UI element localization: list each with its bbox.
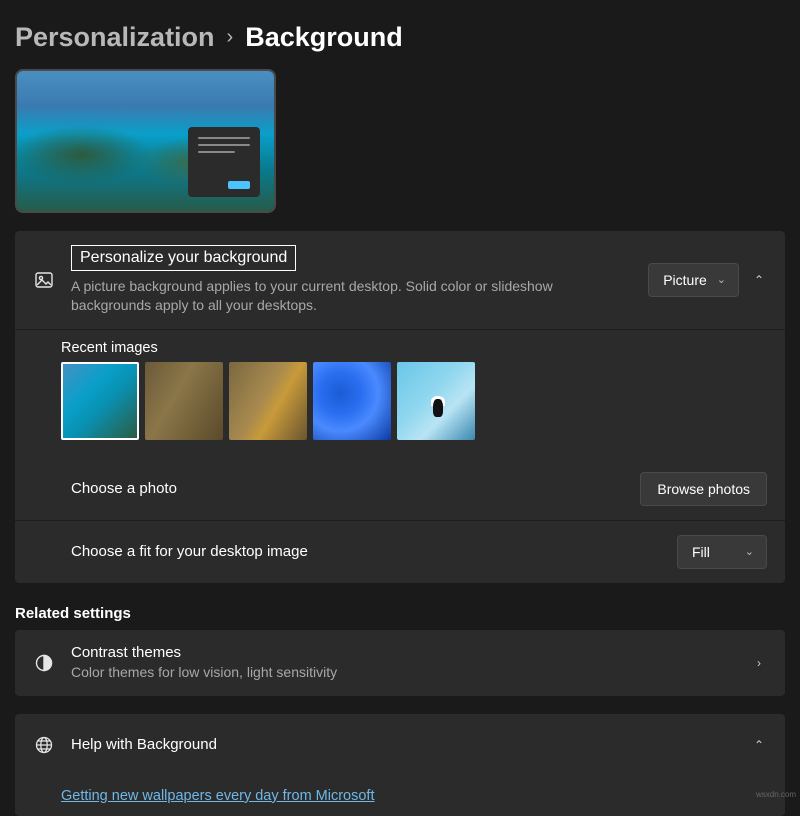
- breadcrumb: Personalization › Background: [15, 0, 785, 69]
- highlighted-title: Personalize your background: [71, 245, 296, 271]
- preview-flyout: [188, 127, 260, 197]
- personalize-row[interactable]: Personalize your background A picture ba…: [15, 231, 785, 329]
- choose-fit-label: Choose a fit for your desktop image: [71, 543, 661, 560]
- watermark: wsxdn.com: [756, 790, 796, 799]
- collapse-toggle[interactable]: ⌃: [751, 273, 767, 287]
- chevron-down-icon: ⌄: [745, 545, 754, 558]
- recent-images-strip: [15, 362, 785, 458]
- personalize-desc: A picture background applies to your cur…: [71, 277, 632, 315]
- dropdown-value: Picture: [663, 272, 707, 288]
- collapse-toggle[interactable]: ⌃: [751, 738, 767, 752]
- choose-photo-row: Choose a photo Browse photos: [15, 458, 785, 520]
- contrast-title: Contrast themes: [71, 644, 735, 661]
- personalize-title: Personalize your background: [80, 249, 287, 267]
- help-card: Help with Background ⌃ Getting new wallp…: [15, 714, 785, 816]
- picture-icon: [33, 270, 55, 290]
- browse-photos-button[interactable]: Browse photos: [640, 472, 767, 506]
- related-settings-heading: Related settings: [15, 605, 785, 622]
- fit-dropdown[interactable]: Fill ⌄: [677, 535, 767, 569]
- dropdown-value: Fill: [692, 544, 710, 560]
- preview-line: [198, 137, 250, 139]
- breadcrumb-parent[interactable]: Personalization: [15, 22, 215, 53]
- breadcrumb-current: Background: [245, 22, 403, 53]
- related-card: Contrast themes Color themes for low vis…: [15, 630, 785, 696]
- chevron-right-icon: ›: [751, 656, 767, 670]
- help-title: Help with Background: [71, 736, 735, 753]
- chevron-down-icon: ⌄: [717, 273, 726, 286]
- preview-line: [198, 144, 250, 146]
- preview-line: [198, 151, 235, 153]
- help-row[interactable]: Help with Background ⌃: [15, 714, 785, 776]
- desktop-preview: [15, 69, 276, 213]
- personalize-card: Personalize your background A picture ba…: [15, 231, 785, 583]
- recent-thumb-windows-bloom[interactable]: [313, 362, 391, 440]
- preview-accent-button: [228, 181, 250, 189]
- contrast-themes-row[interactable]: Contrast themes Color themes for low vis…: [15, 630, 785, 696]
- recent-images-label: Recent images: [61, 330, 765, 356]
- contrast-desc: Color themes for low vision, light sensi…: [71, 663, 735, 682]
- recent-thumb-lioness[interactable]: [229, 362, 307, 440]
- chevron-right-icon: ›: [227, 26, 234, 49]
- help-link-wallpapers[interactable]: Getting new wallpapers every day from Mi…: [15, 776, 785, 816]
- recent-thumb-aerial-coast[interactable]: [61, 362, 139, 440]
- choose-fit-row: Choose a fit for your desktop image Fill…: [15, 520, 785, 583]
- recent-thumb-grassland[interactable]: [145, 362, 223, 440]
- background-type-dropdown[interactable]: Picture ⌄: [648, 263, 739, 297]
- contrast-icon: [33, 653, 55, 673]
- globe-icon: [33, 735, 55, 755]
- recent-images-section: Recent images: [15, 329, 785, 458]
- recent-thumb-penguin-ice[interactable]: [397, 362, 475, 440]
- choose-photo-label: Choose a photo: [71, 480, 624, 497]
